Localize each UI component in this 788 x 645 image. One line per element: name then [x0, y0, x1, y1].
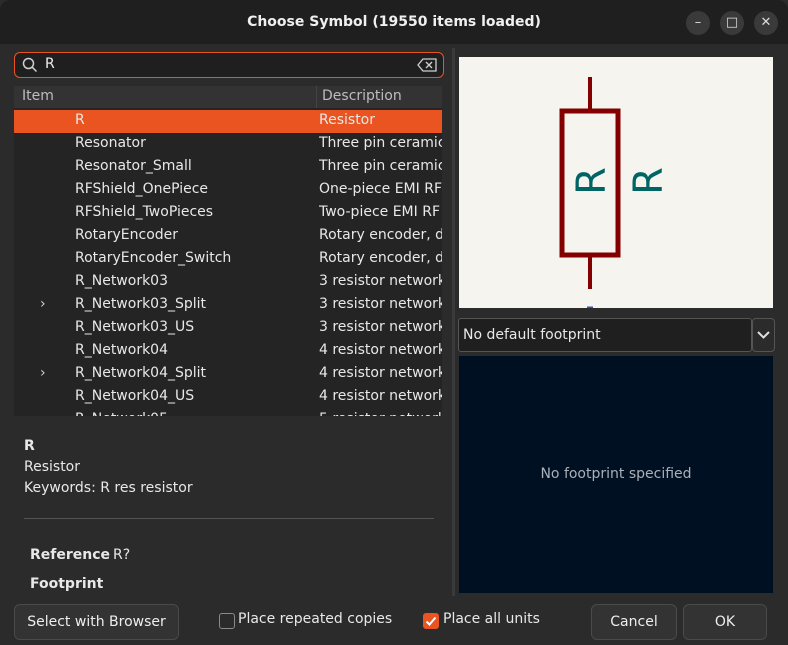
tree-row[interactable]: R_Network04_US 4 resistor network, [14, 386, 442, 409]
tree-row-name: R_Network03_Split [75, 296, 207, 312]
clear-search-icon[interactable] [417, 58, 437, 72]
symbol-tree[interactable]: Item Description R Resistor Resonator Three… [14, 86, 442, 416]
tree-row-description: Resistor [319, 112, 375, 128]
minimize-button[interactable]: – [686, 11, 710, 35]
tree-row[interactable]: RotaryEncoder_Switch Rotary encoder, du [14, 248, 442, 271]
tree-row-description: 4 resistor network, [319, 342, 442, 358]
tree-row-name: R_Network04 [75, 342, 168, 358]
tree-row[interactable]: R_Network03_US 3 resistor network, [14, 317, 442, 340]
footprint-preview: No footprint specified [459, 356, 773, 593]
tree-row-name: RFShield_TwoPieces [75, 204, 214, 220]
symbol-details: R Resistor Keywords: R res resistor [24, 436, 444, 499]
tree-row-description: Rotary encoder, du [319, 250, 442, 266]
symbol-preview: R R [459, 57, 773, 310]
tree-row-name: R_Network04_Split [75, 365, 207, 381]
chevron-right-icon[interactable]: › [40, 365, 46, 381]
resistor-symbol: R R [559, 77, 672, 310]
window-title: Choose Symbol (19550 items loaded) [247, 14, 541, 30]
reference-value: R? [113, 547, 131, 563]
tree-row-name: R_Network03 [75, 273, 168, 289]
tree-row-description: 3 resistor network, [319, 319, 442, 335]
place-all-units-label[interactable]: Place all units [443, 611, 540, 627]
tree-row[interactable]: Resonator Three pin ceramic r [14, 133, 442, 156]
chevron-right-icon[interactable]: › [40, 296, 46, 312]
cancel-button[interactable]: Cancel [591, 604, 677, 640]
tree-row-name: R_Network04_US [75, 388, 195, 404]
search-value: R [45, 56, 55, 72]
search-icon [22, 57, 38, 73]
tree-row[interactable]: › R_Network03_Split 3 resistor network, [14, 294, 442, 317]
maximize-button[interactable]: □ [720, 11, 744, 35]
tree-row[interactable]: RFShield_TwoPieces Two-piece EMI RF s [14, 202, 442, 225]
symbol-value-text: R [626, 167, 672, 195]
checkmark-icon [425, 616, 437, 626]
tree-row[interactable]: RFShield_OnePiece One-piece EMI RF s [14, 179, 442, 202]
footprint-label: Footprint [30, 576, 104, 592]
tree-row-description: Three pin ceramic r [319, 135, 442, 151]
tree-row-description: Rotary encoder, du [319, 227, 442, 243]
panel-splitter[interactable] [452, 48, 455, 596]
close-button[interactable]: ✕ [754, 11, 778, 35]
tree-row-name: RotaryEncoder_Switch [75, 250, 232, 266]
tree-row[interactable]: R_Network04 4 resistor network, [14, 340, 442, 363]
details-divider [24, 518, 434, 519]
reference-label: Reference [30, 547, 111, 563]
tree-row-name: RFShield_OnePiece [75, 181, 209, 197]
footprint-empty-text: No footprint specified [540, 466, 692, 482]
close-icon: ✕ [760, 15, 772, 30]
detail-name: R [24, 438, 35, 454]
tree-row[interactable]: R_Network03 3 resistor network, [14, 271, 442, 294]
tree-row[interactable]: Resonator_Small Three pin ceramic r [14, 156, 442, 179]
column-header-item[interactable]: Item [22, 88, 54, 104]
chevron-down-icon [757, 331, 770, 339]
tree-header: Item Description [14, 86, 442, 108]
column-separator[interactable] [316, 86, 317, 108]
tree-row-name: R_Network03_US [75, 319, 195, 335]
select-with-browser-button[interactable]: Select with Browser [14, 604, 179, 640]
tree-row-description: One-piece EMI RF s [319, 181, 442, 197]
detail-description: Resistor [24, 459, 80, 475]
title-bar: Choose Symbol (19550 items loaded) – □ ✕ [0, 0, 788, 44]
tree-row[interactable]: RotaryEncoder Rotary encoder, du [14, 225, 442, 248]
tree-row-description: 4 resistor network, [319, 365, 442, 381]
tree-row-name: Resonator_Small [75, 158, 192, 174]
footprint-select[interactable]: No default footprint [458, 318, 752, 352]
tree-row[interactable]: R_Network05 5 resistor network, [14, 409, 442, 416]
tree-row-name: Resonator [75, 135, 146, 151]
tree-row-name: R [75, 112, 85, 128]
maximize-icon: □ [725, 15, 739, 30]
detail-keywords: Keywords: R res resistor [24, 480, 193, 496]
tree-row-description: 5 resistor network, [319, 411, 442, 416]
tree-row-description: 4 resistor network, [319, 388, 442, 404]
tree-row-description: Three pin ceramic r [319, 158, 442, 174]
tree-row[interactable]: › R_Network04_Split 4 resistor network, [14, 363, 442, 386]
footprint-dropdown-button[interactable] [752, 318, 775, 352]
symbol-reference-text: R [569, 167, 615, 195]
place-all-units-checkbox[interactable] [423, 613, 439, 629]
footprint-select-value: No default footprint [463, 327, 601, 343]
tree-row-description: 3 resistor network, [319, 296, 442, 312]
tree-row-name: RotaryEncoder [75, 227, 179, 243]
place-repeated-label[interactable]: Place repeated copies [238, 611, 392, 627]
tree-row-description: 3 resistor network, [319, 273, 442, 289]
tree-row-name: R_Network05 [75, 411, 168, 416]
column-header-description[interactable]: Description [322, 88, 402, 104]
minimize-icon: – [694, 15, 702, 30]
place-repeated-checkbox[interactable] [219, 613, 235, 629]
tree-row-description: Two-piece EMI RF s [319, 204, 442, 220]
tree-row[interactable]: R Resistor [14, 110, 442, 133]
search-input[interactable]: R [14, 52, 444, 78]
ok-button[interactable]: OK [683, 604, 767, 640]
